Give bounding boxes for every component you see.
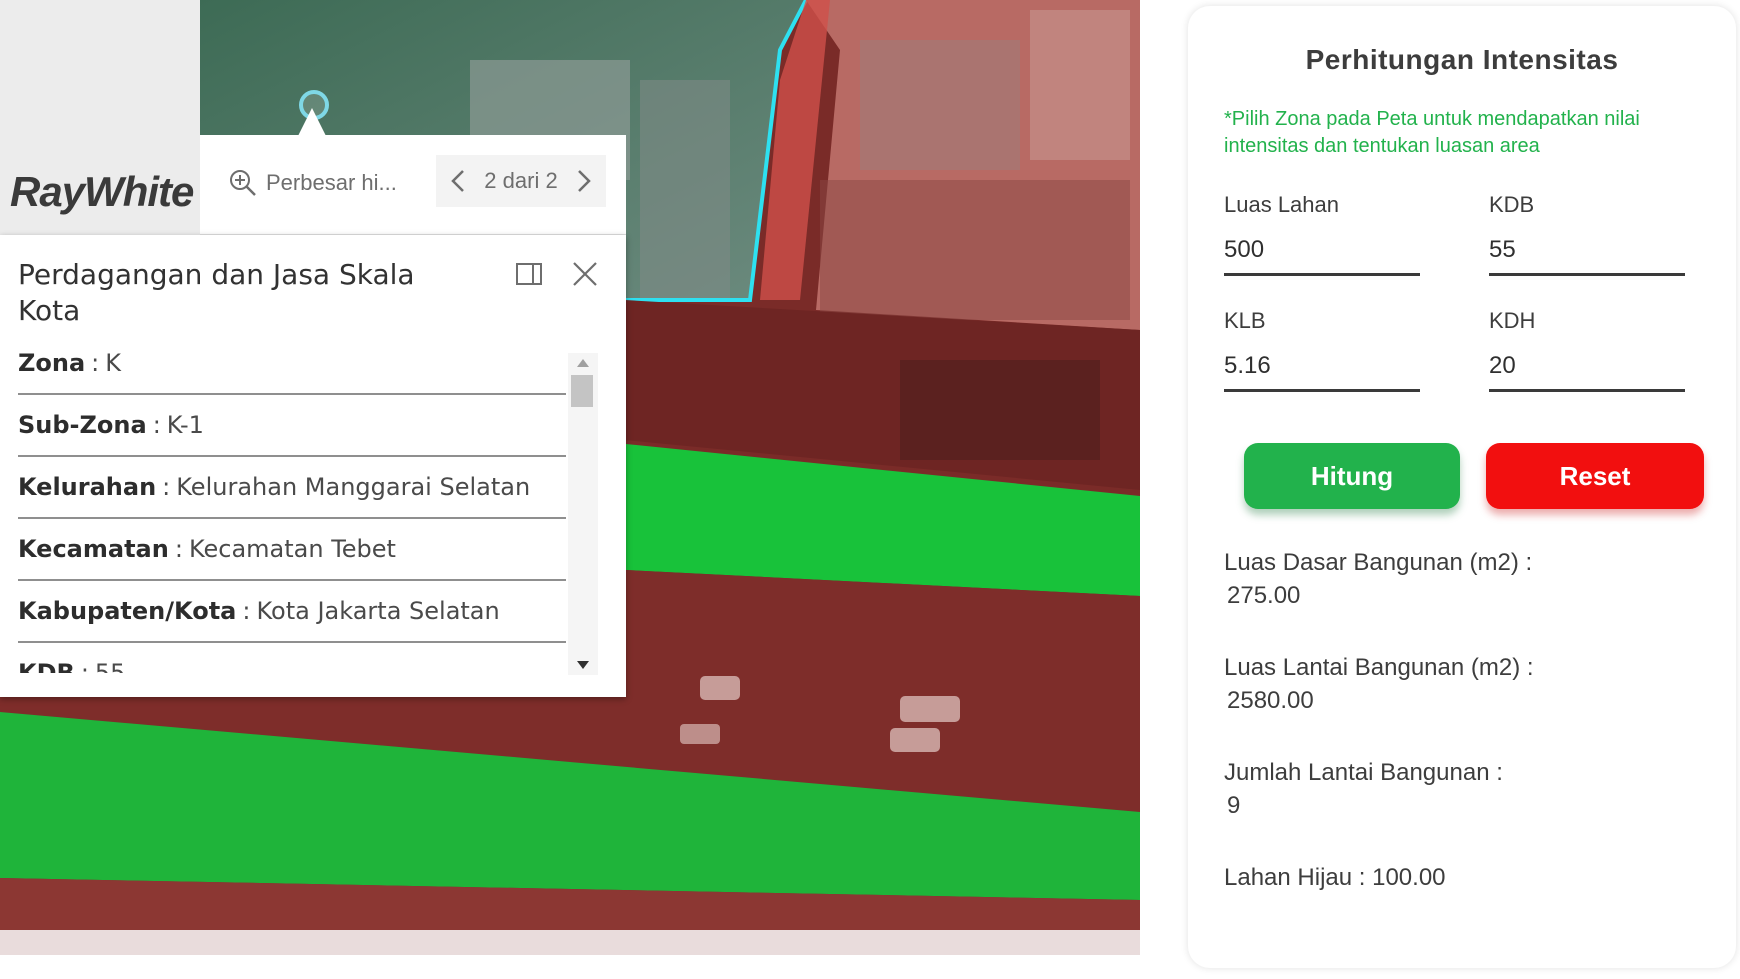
attr-value: 55 <box>94 659 126 673</box>
intensity-calculator-panel: Perhitungan Intensitas *Pilih Zona pada … <box>1188 6 1736 968</box>
next-feature-button[interactable] <box>572 166 596 196</box>
chevron-left-icon <box>451 170 464 192</box>
kdb-field: KDB <box>1489 192 1685 276</box>
scroll-down-icon[interactable] <box>577 661 589 669</box>
zoom-label: Perbesar hi... <box>266 170 397 195</box>
logo-area: RayWhite <box>0 0 200 235</box>
result-value: 9 <box>1227 792 1241 819</box>
result-label: Lahan Hijau : <box>1224 864 1366 891</box>
scroll-thumb[interactable] <box>571 375 593 407</box>
klb-field: KLB <box>1224 308 1420 392</box>
attr-row-zona: Zona: K <box>18 333 566 395</box>
feature-popup: Perdagangan dan Jasa Skala Kota Zona: K S… <box>0 235 626 697</box>
dock-icon[interactable] <box>514 259 544 289</box>
popup-pointer <box>298 108 326 136</box>
kdb-label: KDB <box>1489 192 1535 217</box>
panel-title: Perhitungan Intensitas <box>1305 44 1619 75</box>
luas-lahan-label: Luas Lahan <box>1224 192 1339 217</box>
map-view[interactable]: RayWhite Perbesar hi... 2 dari 2 Perdaga… <box>0 0 1140 930</box>
result-label: Jumlah Lantai Bangunan : <box>1224 759 1503 786</box>
attr-row-subzona: Sub-Zona: K-1 <box>18 395 566 457</box>
chevron-right-icon <box>578 170 591 192</box>
attr-value: Kota Jakarta Selatan <box>256 597 500 625</box>
attr-value: Kelurahan Manggarai Selatan <box>176 473 531 501</box>
zoom-to-button[interactable]: Perbesar hi... <box>228 163 397 203</box>
result-label: Luas Lantai Bangunan (m2) : <box>1224 654 1534 681</box>
popup-toolbar: Perbesar hi... 2 dari 2 <box>200 135 626 235</box>
zoom-in-icon <box>230 170 256 196</box>
kdh-label: KDH <box>1489 308 1536 333</box>
popup-scrollbar[interactable] <box>568 353 598 675</box>
attr-key: Zona <box>18 349 86 377</box>
attr-row-kecamatan: Kecamatan: Kecamatan Tebet <box>18 519 566 581</box>
result-luas-dasar: Luas Dasar Bangunan (m2) : 275.00 <box>1224 546 1714 612</box>
prev-feature-button[interactable] <box>446 166 470 196</box>
panel-instruction: *Pilih Zona pada Peta untuk mendapatkan … <box>1224 108 1640 157</box>
attr-row-kabupaten: Kabupaten/Kota: Kota Jakarta Selatan <box>18 581 566 643</box>
attr-value: K <box>105 349 122 377</box>
close-icon[interactable] <box>570 259 600 289</box>
attr-key: KDB <box>18 659 75 673</box>
scroll-up-icon[interactable] <box>577 359 589 367</box>
feature-pager: 2 dari 2 <box>436 155 606 207</box>
result-luas-lantai: Luas Lantai Bangunan (m2) : 2580.00 <box>1224 651 1714 717</box>
attr-key: Kelurahan <box>18 473 157 501</box>
result-value: 275.00 <box>1227 582 1301 609</box>
luas-lahan-input[interactable] <box>1224 232 1420 276</box>
result-value: 2580.00 <box>1227 687 1314 714</box>
attribute-list[interactable]: Zona: K Sub-Zona: K-1 Kelurahan: Kelurahan … <box>18 333 566 673</box>
hitung-button[interactable]: Hitung <box>1244 443 1460 509</box>
attr-key: Kecamatan <box>18 535 169 563</box>
attr-value: Kecamatan Tebet <box>188 535 396 563</box>
kdh-field: KDH <box>1489 308 1685 392</box>
luas-lahan-field: Luas Lahan <box>1224 192 1420 276</box>
reset-button[interactable]: Reset <box>1486 443 1704 509</box>
klb-input[interactable] <box>1224 348 1420 392</box>
result-jumlah-lantai: Jumlah Lantai Bangunan : 9 <box>1224 756 1714 822</box>
attr-key: Kabupaten/Kota <box>18 597 237 625</box>
klb-label: KLB <box>1224 308 1266 333</box>
pager-text: 2 dari 2 <box>484 168 558 193</box>
result-value: 100.00 <box>1372 864 1446 891</box>
result-label: Luas Dasar Bangunan (m2) : <box>1224 549 1533 576</box>
attr-row-kelurahan: Kelurahan: Kelurahan Manggarai Selatan <box>18 457 566 519</box>
attr-value: K-1 <box>166 411 204 439</box>
kdb-input[interactable] <box>1489 232 1685 276</box>
attr-key: Sub-Zona <box>18 411 147 439</box>
raywhite-logo: RayWhite <box>10 168 194 215</box>
page-bottom <box>0 955 1140 979</box>
kdh-input[interactable] <box>1489 348 1685 392</box>
attr-row-kdb: KDB:55 <box>18 643 566 673</box>
popup-title: Perdagangan dan Jasa Skala Kota <box>18 258 415 327</box>
result-lahan-hijau: Lahan Hijau : 100.00 <box>1224 861 1714 894</box>
